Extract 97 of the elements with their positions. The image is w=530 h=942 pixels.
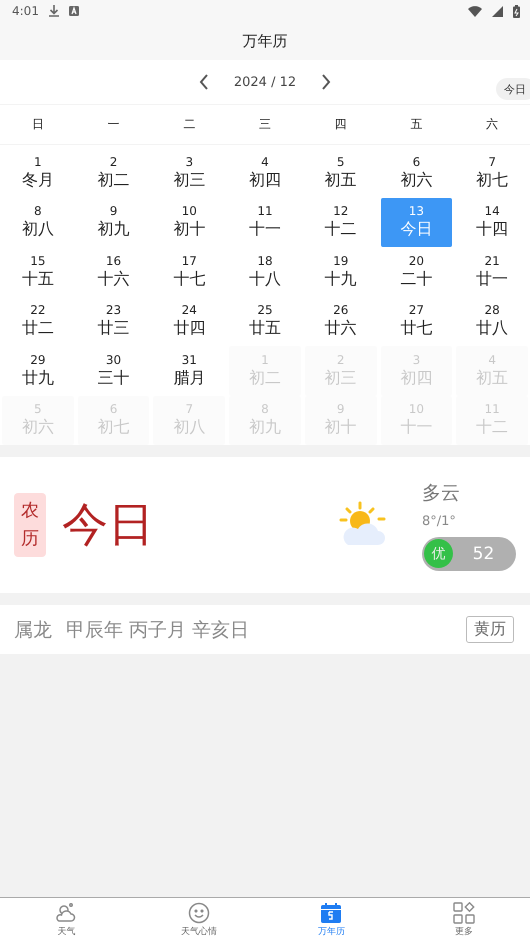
lunar-date: 廿二: [22, 318, 54, 340]
nav-tab[interactable]: 天气心情: [132, 898, 265, 942]
lunar-badge: 农历: [14, 493, 46, 557]
lunar-date: 初三: [173, 170, 206, 191]
cloud-sun-icon: [55, 902, 78, 924]
lunar-date: 廿九: [22, 368, 54, 389]
lunar-date: 十五: [22, 268, 54, 290]
battery-icon: [513, 4, 520, 18]
day-number: 14: [484, 204, 500, 218]
nav-tab[interactable]: 更多: [398, 898, 530, 942]
lunar-date: 十六: [98, 268, 130, 290]
signal-icon: [492, 6, 503, 16]
ganzhi-text: 甲辰年 丙子月 辛亥日: [66, 618, 250, 642]
lunar-date: 今日: [400, 219, 432, 240]
day-number: 25: [257, 303, 273, 318]
page-title: 万年历: [0, 22, 530, 60]
chevron-right-icon: [320, 74, 332, 90]
lunar-date: 廿四: [173, 318, 206, 340]
day-number: 20: [408, 254, 424, 268]
apps-icon: [452, 902, 475, 924]
status-time: 4:01: [12, 4, 39, 18]
day-number: 24: [182, 303, 197, 318]
lunar-date: 十七: [173, 268, 206, 290]
day-number: 15: [30, 254, 46, 268]
day-number: 23: [106, 303, 122, 318]
day-number: 8: [34, 204, 42, 218]
day-number: 16: [106, 254, 122, 268]
lunar-date: 二十: [400, 268, 432, 290]
lunar-date-title: 今日: [62, 496, 155, 553]
day-number: 27: [408, 303, 424, 318]
day-number: 4: [261, 154, 269, 169]
day-number: 28: [484, 303, 500, 318]
lunar-date: 初六: [400, 170, 432, 191]
lunar-date: 廿三: [98, 318, 130, 340]
air-quality-level: 优: [424, 539, 453, 568]
zodiac-text: 属龙: [14, 618, 52, 642]
day-number: 19: [333, 254, 348, 268]
lunar-date: 初五: [324, 170, 357, 191]
almanac-button[interactable]: 黄历: [466, 616, 514, 643]
day-number: 17: [182, 254, 197, 268]
day-number: 9: [110, 204, 118, 218]
day-number: 18: [257, 254, 273, 268]
day-number: 3: [185, 154, 194, 169]
lunar-date: 初十: [173, 219, 206, 240]
lunar-date: 廿八: [476, 318, 508, 340]
wifi-icon: [468, 6, 482, 16]
smiley-icon: [188, 902, 210, 924]
lunar-date: 初七: [476, 170, 508, 191]
nav-tab[interactable]: 天气: [0, 898, 132, 942]
day-number: 21: [484, 254, 500, 268]
calendar-icon: [320, 902, 342, 924]
day-number: 22: [30, 303, 46, 318]
lunar-date: 初四: [248, 170, 281, 191]
lunar-date: 腊月: [173, 368, 206, 389]
day-number: 1: [34, 154, 42, 169]
weekday-label: 一: [106, 116, 121, 133]
lunar-date: 三十: [98, 368, 130, 389]
lunar-date: 廿五: [248, 318, 281, 340]
day-number: 12: [333, 204, 348, 218]
lunar-date: 冬月: [22, 170, 54, 191]
lunar-date: 十九: [324, 268, 357, 290]
weekday-label: 二: [182, 116, 196, 133]
nav-tab[interactable]: 万年历: [265, 898, 398, 942]
day-number: 26: [333, 303, 348, 318]
app-notification-icon: [68, 6, 79, 16]
lunar-date: 廿六: [324, 318, 357, 340]
download-icon: [48, 5, 59, 17]
day-number: 10: [182, 204, 197, 218]
day-number: 5: [336, 154, 345, 169]
weekday-label: 六: [485, 116, 500, 133]
weekday-label: 三: [258, 116, 272, 133]
day-number: 7: [488, 154, 496, 169]
day-number: 2: [110, 154, 118, 169]
day-number: 11: [257, 204, 273, 218]
air-quality-value: 52: [472, 544, 496, 564]
chevron-left-icon: [198, 74, 210, 90]
lunar-date: 十一: [248, 219, 281, 240]
weekday-label: 四: [334, 116, 348, 133]
day-number: 31: [182, 352, 197, 367]
today-button[interactable]: 今日: [496, 78, 530, 100]
lunar-date: 廿七: [400, 318, 432, 340]
lunar-date: 廿一: [476, 268, 508, 290]
lunar-date: 十八: [248, 268, 281, 290]
day-number: 13: [408, 204, 424, 218]
weekday-label: 五: [409, 116, 424, 133]
day-number: 30: [106, 352, 122, 367]
lunar-date: 初九: [98, 219, 130, 240]
temperature-range: 8°/1°: [422, 514, 457, 528]
month-label: 2024 / 12: [234, 74, 296, 90]
lunar-date: 十四: [476, 219, 508, 240]
day-number: 29: [30, 352, 46, 367]
weekday-label: 日: [30, 116, 45, 133]
weather-condition: 多云: [422, 480, 461, 506]
lunar-date: 初二: [98, 170, 130, 191]
day-number: 6: [412, 154, 420, 169]
lunar-date: 十二: [324, 219, 357, 240]
lunar-date: 初八: [22, 219, 54, 240]
